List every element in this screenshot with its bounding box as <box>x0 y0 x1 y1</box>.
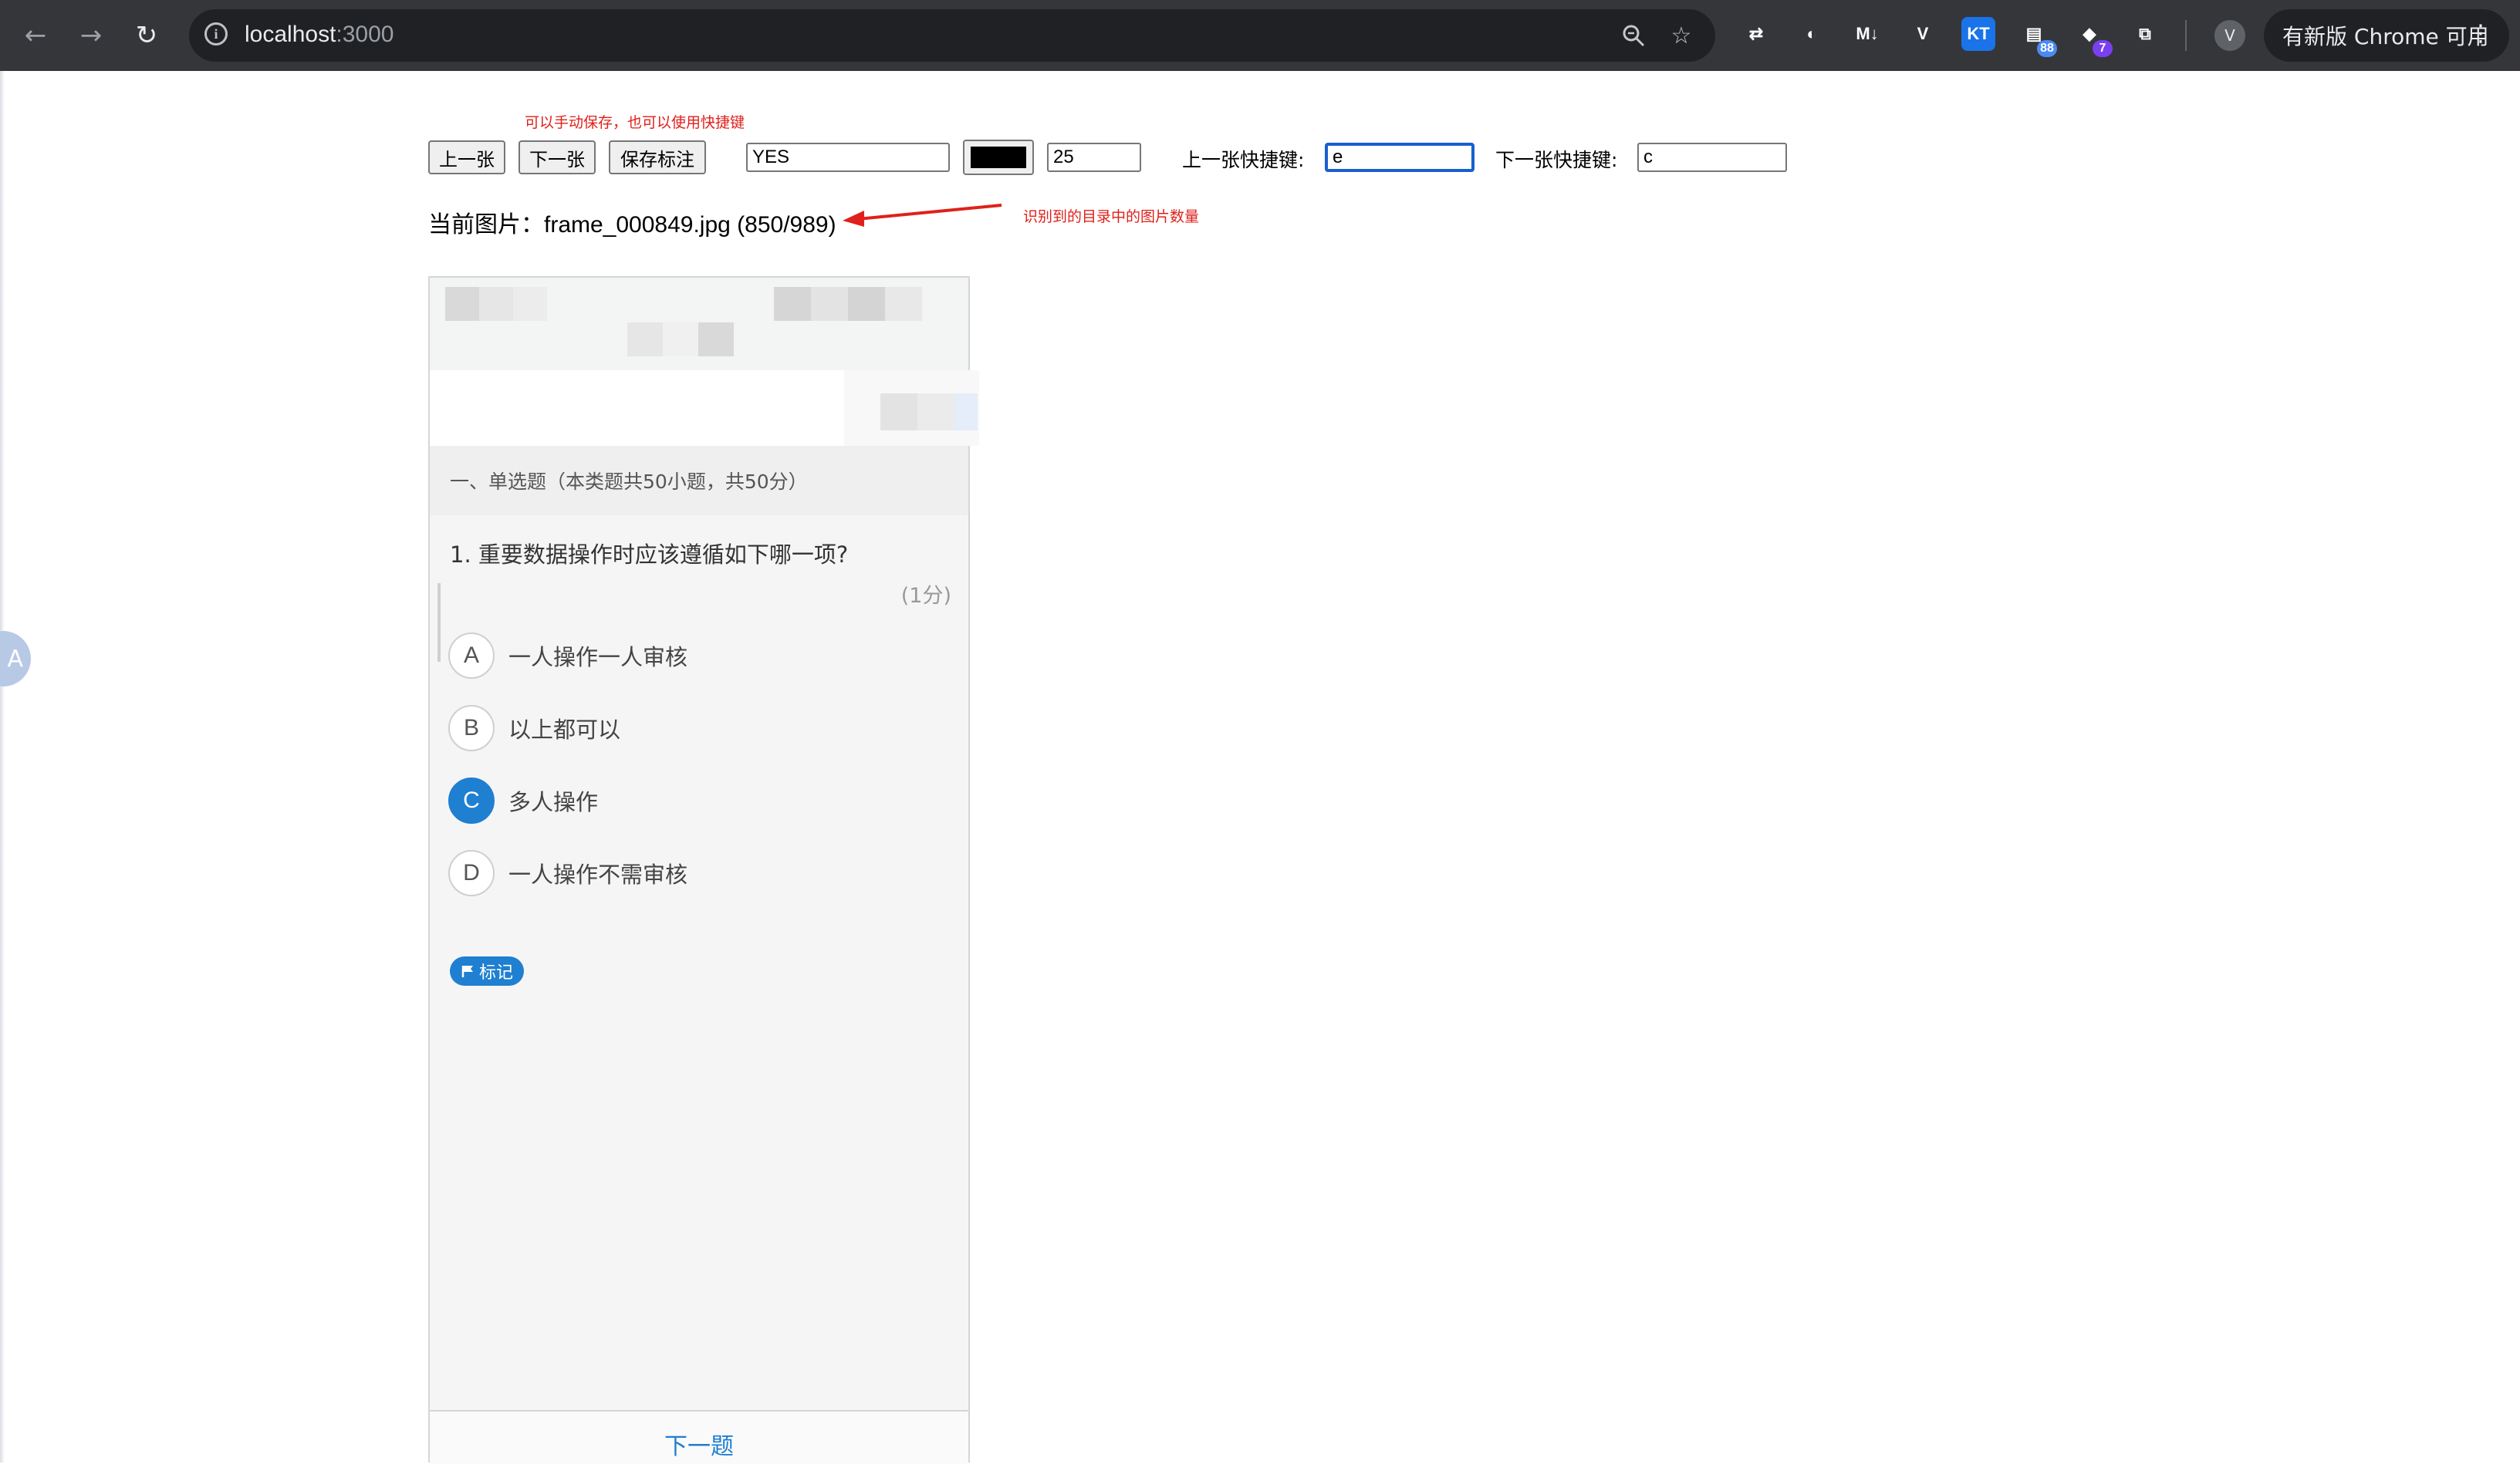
bookmark-star-icon[interactable]: ☆ <box>1666 20 1697 51</box>
mark-label: 标记 <box>479 963 514 983</box>
color-swatch-fill <box>971 147 1026 168</box>
count-hint-annotation: 识别到的目录中的图片数量 <box>1023 208 1200 225</box>
prev-image-button[interactable]: 上一张 <box>428 140 505 174</box>
puzzle-extensions-glyph: ⧉ <box>2139 24 2151 43</box>
chrome-update-button[interactable]: 有新版 Chrome 可用 ⋮ <box>2264 9 2509 62</box>
floating-assistant-button[interactable]: A <box>0 631 31 686</box>
extension-badge: 7 <box>2093 40 2113 57</box>
profile-avatar[interactable]: V <box>2214 20 2245 51</box>
site-info-icon[interactable]: i <box>204 22 228 46</box>
next-question-label: 下一题 <box>664 1433 734 1460</box>
mask-extension-icon[interactable]: ◐ <box>1795 17 1829 51</box>
chrome-update-label: 有新版 Chrome 可用 <box>2282 24 2489 49</box>
markdown-extension-glyph: M↓ <box>1856 24 1879 43</box>
blurred-pixel <box>954 393 978 430</box>
url-host: localhost <box>245 22 336 47</box>
section-title: 一、单选题（本类题共50小题，共50分） <box>430 446 968 515</box>
prev-shortcut-input[interactable] <box>1325 143 1475 172</box>
blurred-pixel <box>885 287 922 321</box>
kt-extension-icon[interactable]: KT <box>1961 17 1995 51</box>
option-d[interactable]: D 一人操作不需审核 <box>448 848 687 898</box>
url-text[interactable]: localhost:3000 <box>245 22 394 48</box>
blurred-pixel <box>445 287 479 321</box>
back-arrow-icon[interactable]: ← <box>15 15 56 56</box>
tab-counter-extension-icon[interactable]: ▤ 88 <box>2017 17 2057 57</box>
blurred-pixel <box>698 322 734 356</box>
zoom-icon[interactable] <box>1618 20 1649 51</box>
mask-extension-glyph: ◐ <box>1806 24 1817 43</box>
mark-button[interactable]: 标记 <box>450 956 525 986</box>
reload-icon[interactable]: ↻ <box>127 15 167 56</box>
sync-extension-glyph: ⇄ <box>1748 24 1764 43</box>
next-image-button[interactable]: 下一张 <box>519 140 596 174</box>
kt-extension-glyph: KT <box>1967 24 1990 43</box>
vue-extension-icon[interactable]: V <box>1906 17 1940 51</box>
option-a[interactable]: A 一人操作一人审核 <box>448 631 687 680</box>
blurred-pixel <box>627 322 663 356</box>
puzzle-extensions-icon[interactable]: ⧉ <box>2128 17 2162 51</box>
blurred-pixel <box>880 393 917 430</box>
blurred-pixel <box>479 287 513 321</box>
option-c[interactable]: C 多人操作 <box>448 776 598 825</box>
blurred-pixel <box>774 287 811 321</box>
sync-extension-icon[interactable]: ⇄ <box>1739 17 1773 51</box>
blurred-pixel <box>848 287 885 321</box>
option-text: 多人操作 <box>508 789 599 815</box>
page-edge-shadow <box>0 71 5 1462</box>
option-letter-circle: A <box>448 632 495 679</box>
forward-arrow-icon[interactable]: → <box>71 15 111 56</box>
more-menu-icon[interactable]: ⋮ <box>2469 20 2492 47</box>
blurred-pixel <box>513 287 547 321</box>
option-text: 一人操作一人审核 <box>508 644 688 670</box>
save-hint-annotation: 可以手动保存，也可以使用快捷键 <box>525 114 745 131</box>
current-image-status: 当前图片：frame_000849.jpg (850/989) <box>428 205 836 239</box>
vue-extension-glyph: V <box>1917 24 1929 43</box>
blurred-pixel <box>663 322 698 356</box>
font-size-input[interactable] <box>1047 143 1141 172</box>
question-score: (1分) <box>900 584 951 608</box>
current-image-prefix: 当前图片： <box>428 211 544 238</box>
next-question-button[interactable]: 下一题 <box>430 1410 968 1464</box>
option-b[interactable]: B 以上都可以 <box>448 703 620 753</box>
option-text: 以上都可以 <box>508 717 621 743</box>
next-shortcut-input[interactable] <box>1637 143 1787 172</box>
option-letter-circle: B <box>448 705 495 751</box>
extension-badge: 88 <box>2037 40 2057 57</box>
question-text: 1. 重要数据操作时应该遵循如下哪一项? <box>450 541 849 568</box>
option-letter-circle: C <box>448 778 495 824</box>
image-preview[interactable]: 一、单选题（本类题共50小题，共50分） 1. 重要数据操作时应该遵循如下哪一项… <box>428 276 979 1464</box>
url-port: :3000 <box>336 22 394 47</box>
browser-toolbar: ← → ↻ i localhost:3000 ☆ ⇄ ◐ M↓ V KT ▤ 88 ◆ 7 ⧉ V… <box>0 0 2520 71</box>
gem-extension-icon[interactable]: ◆ 7 <box>2072 17 2113 57</box>
prev-shortcut-label: 上一张快捷键: <box>1182 149 1305 171</box>
question-divider <box>437 583 441 662</box>
flag-icon <box>461 966 473 977</box>
markdown-extension-icon[interactable]: M↓ <box>1850 17 1884 51</box>
blurred-pixel <box>917 393 954 430</box>
red-arrow-annotation <box>843 204 1002 227</box>
address-bar[interactable]: i localhost:3000 ☆ <box>189 9 1715 62</box>
blurred-subheader <box>430 370 844 446</box>
option-text: 一人操作不需审核 <box>508 862 688 888</box>
label-text-input[interactable] <box>746 143 950 172</box>
toolbar-divider <box>2185 20 2187 51</box>
current-image-filename: frame_000849.jpg (850/989) <box>544 212 836 238</box>
blurred-pixel <box>811 287 848 321</box>
save-annotation-button[interactable]: 保存标注 <box>609 140 706 174</box>
next-shortcut-label: 下一张快捷键: <box>1495 149 1618 171</box>
color-picker[interactable] <box>963 140 1034 175</box>
option-letter-circle: D <box>448 850 495 896</box>
gem-extension-glyph: ◆ <box>2083 24 2096 43</box>
